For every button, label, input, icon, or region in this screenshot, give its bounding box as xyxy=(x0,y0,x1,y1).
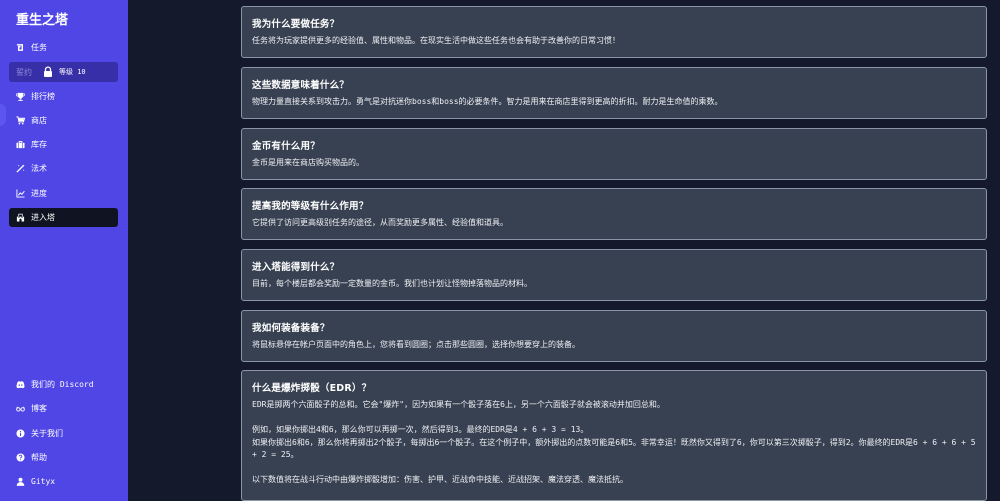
quest-icon xyxy=(16,43,25,52)
faq-card: 什么是爆炸掷骰（EDR）？ EDR是掷两个六面骰子的总和。它会"爆炸"，因为如果… xyxy=(241,370,987,501)
tower-icon xyxy=(16,213,25,222)
sidebar-item-account[interactable]: Gityx xyxy=(9,472,118,491)
faq-answer: 任务将为玩家提供更多的经验值、属性和物品。在现实生活中做这些任务也会有助于改善你… xyxy=(252,36,620,45)
sidebar-item-label: 誓约 xyxy=(16,67,32,77)
sidebar-item-inventory[interactable]: 库存 xyxy=(9,135,118,154)
sidebar-item-label: 任务 xyxy=(31,43,47,52)
sidebar-item-quests[interactable]: 任务 xyxy=(9,38,118,57)
sidebar-item-enter-tower[interactable]: 进入塔 xyxy=(9,208,118,227)
sidebar-item-label: 进入塔 xyxy=(31,213,55,222)
faq-card: 我为什么要做任务？ 任务将为玩家提供更多的经验值、属性和物品。在现实生活中做这些… xyxy=(241,6,987,58)
faq-answer: 它提供了访问更高级别任务的途径，从而奖励更多属性、经验值和道具。 xyxy=(252,218,508,227)
trophy-icon xyxy=(16,92,25,101)
info-icon xyxy=(16,429,25,438)
faq-question: 提高我的等级有什么作用？ xyxy=(252,201,369,212)
faq-answer: 目前，每个楼层都会奖励一定数量的金币。我们也计划让怪物掉落物品的材料。 xyxy=(252,279,532,288)
sidebar-item-blog[interactable]: 博客 xyxy=(9,399,118,418)
briefcase-icon xyxy=(16,140,25,149)
faq-question: 金币有什么用？ xyxy=(252,141,320,152)
sidebar: 重生之塔 任务 誓约 等级 10 排行榜 商店 库存 法术 进度 进入塔 我们的… xyxy=(0,0,128,501)
sidebar-item-label: 关于我们 xyxy=(31,429,63,438)
sidebar-item-leaderboard[interactable]: 排行榜 xyxy=(9,87,118,106)
sidebar-item-label: Gityx xyxy=(31,477,56,486)
sidebar-item-label: 法术 xyxy=(31,164,47,173)
sidebar-collapse-handle[interactable] xyxy=(0,104,6,126)
faq-card: 提高我的等级有什么作用？ 它提供了访问更高级别任务的途径，从而奖励更多属性、经验… xyxy=(241,188,987,240)
sidebar-item-shop[interactable]: 商店 xyxy=(9,111,118,130)
sidebar-item-progress[interactable]: 进度 xyxy=(9,184,118,203)
level-requirement: 等级 10 xyxy=(59,68,86,76)
sidebar-item-label: 我们的 Discord xyxy=(31,380,94,389)
sidebar-item-about[interactable]: 关于我们 xyxy=(9,424,118,443)
glasses-icon xyxy=(16,404,25,413)
faq-answer: 将鼠标悬停在帐户页面中的角色上，您将看到圆圈；点击那些圆圈，选择你想要穿上的装备… xyxy=(252,340,580,349)
faq-question: 我如何装备装备？ xyxy=(252,323,330,334)
faq-question: 这些数据意味着什么？ xyxy=(252,80,350,91)
faq-card: 这些数据意味着什么？ 物理力量直接关系到攻击力。勇气是对抗迷你boss和boss… xyxy=(241,67,987,119)
faq-content: 我为什么要做任务？ 任务将为玩家提供更多的经验值、属性和物品。在现实生活中做这些… xyxy=(128,0,1000,501)
faq-answer: 金币是用来在商店购买物品的。 xyxy=(252,158,364,167)
faq-card: 我如何装备装备？ 将鼠标悬停在帐户页面中的角色上，您将看到圆圈；点击那些圆圈，选… xyxy=(241,310,987,362)
lock-icon xyxy=(42,66,54,78)
sidebar-item-spells[interactable]: 法术 xyxy=(9,159,118,178)
faq-answer: 物理力量直接关系到攻击力。勇气是对抗迷你boss和boss的必要条件。智力是用来… xyxy=(252,97,723,106)
sidebar-item-label: 商店 xyxy=(31,116,47,125)
faq-card: 进入塔能得到什么？ 目前，每个楼层都会奖励一定数量的金币。我们也计划让怪物掉落物… xyxy=(241,249,987,301)
sidebar-item-label: 进度 xyxy=(31,189,47,198)
faq-question: 我为什么要做任务？ xyxy=(252,19,340,30)
help-icon xyxy=(16,453,25,462)
sidebar-item-label: 帮助 xyxy=(31,453,47,462)
faq-question: 进入塔能得到什么？ xyxy=(252,262,340,273)
cart-icon xyxy=(16,116,25,125)
faq-card: 金币有什么用？ 金币是用来在商店购买物品的。 xyxy=(241,128,987,180)
faq-answer: EDR是掷两个六面骰子的总和。它会"爆炸"，因为如果有一个骰子落在6上，另一个六… xyxy=(252,400,976,484)
chart-icon xyxy=(16,189,25,198)
sidebar-item-pledge-locked: 誓约 等级 10 xyxy=(9,62,118,82)
app-title: 重生之塔 xyxy=(16,13,69,28)
sidebar-item-label: 排行榜 xyxy=(31,92,55,101)
sidebar-item-label: 库存 xyxy=(31,140,47,149)
discord-icon xyxy=(16,380,25,389)
faq-question: 什么是爆炸掷骰（EDR）？ xyxy=(252,383,372,394)
wand-icon xyxy=(16,164,25,173)
sidebar-item-discord[interactable]: 我们的 Discord xyxy=(9,375,118,394)
sidebar-item-help[interactable]: 帮助 xyxy=(9,448,118,467)
user-icon xyxy=(16,477,25,486)
sidebar-item-label: 博客 xyxy=(31,404,47,413)
